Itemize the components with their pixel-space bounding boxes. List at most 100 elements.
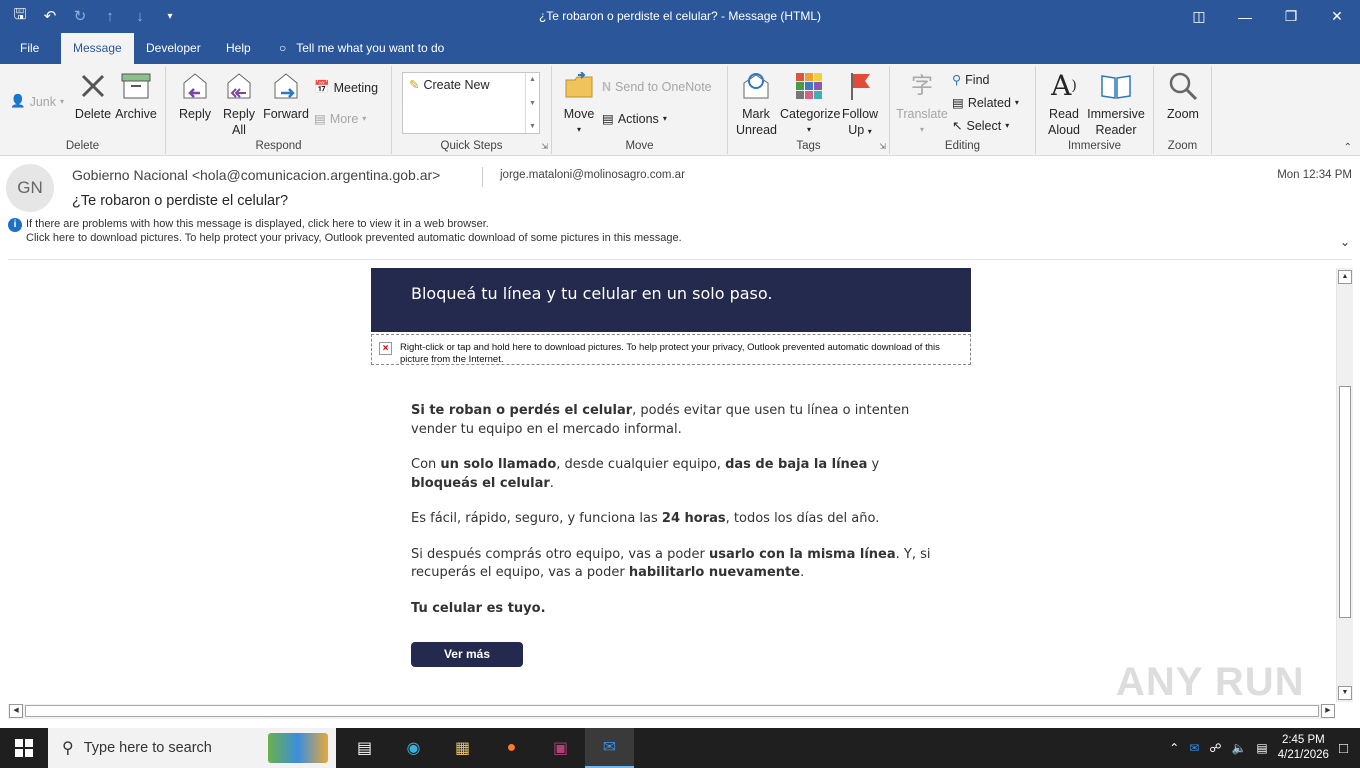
vertical-scrollbar[interactable]: ▲ ▼	[1336, 268, 1353, 702]
blocked-image-text: Right-click or tap and hold here to down…	[400, 342, 940, 365]
follow-up-button[interactable]: Follow Up ▾	[840, 70, 880, 140]
group-quick-steps: ✎ Create New ▲ ▼ ▼ Quick Steps ⇲	[392, 66, 552, 154]
meeting-icon: 📅	[314, 80, 330, 94]
scroll-left-icon[interactable]: ◀	[9, 704, 23, 718]
ime-icon[interactable]: ▤	[1256, 741, 1267, 755]
tab-developer[interactable]: Developer	[146, 33, 201, 64]
ribbon: 👤 Junk ▾ Delete Archive Delete Reply Rep…	[0, 64, 1360, 156]
chevron-down-icon[interactable]: ⌄	[1340, 235, 1350, 249]
message-body: Bloqueá tu línea y tu celular en un solo…	[0, 260, 1336, 703]
sender[interactable]: Gobierno Nacional <hola@comunicacion.arg…	[72, 167, 440, 183]
search-icon: ⚲	[62, 740, 74, 757]
info-line-download-pictures[interactable]: Click here to download pictures. To help…	[26, 231, 682, 245]
dialog-launcher-icon[interactable]: ⇲	[541, 142, 548, 151]
quick-step-create-new[interactable]: ✎ Create New	[403, 73, 539, 96]
related-button[interactable]: ▤ Related ▾	[952, 95, 1019, 111]
scroll-right-icon[interactable]: ▶	[1321, 704, 1335, 718]
translate-icon: 字	[910, 73, 933, 98]
reply-all-button[interactable]: Reply All	[218, 70, 260, 138]
avatar[interactable]: GN	[6, 164, 54, 212]
scroll-thumb[interactable]	[1339, 386, 1351, 618]
watermark-logo: ANY RUN	[1116, 660, 1305, 704]
lightbulb-icon: ○	[279, 41, 287, 55]
outlook-icon[interactable]: ✉	[585, 728, 634, 768]
chevron-up-icon[interactable]: ⌃	[1169, 741, 1179, 755]
meeting-button[interactable]: 📅 Meeting	[314, 80, 378, 95]
group-label-delete: Delete	[65, 140, 100, 152]
paragraph: Si después comprás otro equipo, vas a po…	[411, 546, 931, 581]
start-button[interactable]	[0, 728, 48, 768]
find-button[interactable]: ⚲ Find	[952, 72, 989, 88]
clock[interactable]: 2:45 PM 4/21/2026	[1278, 733, 1329, 763]
folder-move-icon	[563, 70, 595, 102]
scroll-up-icon[interactable]: ▲	[1338, 270, 1352, 284]
network-icon[interactable]: ☍	[1209, 741, 1221, 755]
close-button[interactable]: ✕	[1314, 0, 1360, 33]
info-line-web-browser[interactable]: If there are problems with how this mess…	[26, 217, 682, 231]
translate-button[interactable]: 字 Translate ▾	[896, 70, 948, 138]
recipient[interactable]: jorge.mataloni@molinosagro.com.ar	[500, 169, 685, 181]
onenote-icon: N	[602, 80, 612, 94]
group-label-editing: Editing	[944, 140, 981, 152]
archive-button[interactable]: Archive	[114, 70, 158, 122]
outlook-tray-icon[interactable]: ✉	[1189, 741, 1199, 755]
more-icon: ▤	[314, 112, 326, 126]
delete-button[interactable]: Delete	[74, 70, 112, 122]
find-icon: ⚲	[952, 73, 962, 87]
email-copy: Si te roban o perdés el celular, podés e…	[411, 402, 931, 635]
window-title: ¿Te robaron o perdiste el celular? - Mes…	[538, 9, 822, 23]
categorize-button[interactable]: Categorize ▾	[780, 70, 840, 138]
quick-steps-scroll[interactable]: ▲ ▼ ▼	[525, 73, 539, 133]
group-label-zoom: Zoom	[1167, 140, 1198, 152]
tab-file[interactable]: File	[20, 33, 39, 64]
move-button[interactable]: Move ▾	[560, 70, 598, 138]
group-editing: 字 Translate ▾ ⚲ Find ▤ Related ▾ ↖ Select ▾…	[890, 66, 1036, 154]
edge-icon[interactable]: ◉	[389, 728, 438, 768]
maximize-button[interactable]: ❐	[1268, 0, 1314, 33]
task-view-icon[interactable]: ▤	[340, 728, 389, 768]
blocked-image[interactable]: × Right-click or tap and hold here to do…	[371, 334, 971, 365]
tab-help[interactable]: Help	[226, 33, 251, 64]
collapse-ribbon-icon[interactable]: ⌃	[1344, 142, 1352, 153]
dialog-launcher-icon[interactable]: ⇲	[879, 142, 886, 151]
volume-icon[interactable]: 🔈	[1231, 741, 1246, 755]
scroll-down-icon[interactable]: ▼	[1338, 686, 1352, 700]
scroll-thumb[interactable]	[25, 705, 1319, 717]
system-tray: ⌃ ✉ ☍ 🔈 ▤ 2:45 PM 4/21/2026 □	[1169, 728, 1360, 768]
quick-steps-gallery[interactable]: ✎ Create New ▲ ▼ ▼	[402, 72, 540, 134]
group-label-respond: Respond	[255, 140, 302, 152]
group-label-move: Move	[625, 140, 654, 152]
horizontal-scrollbar[interactable]: ◀ ▶	[8, 704, 1335, 719]
mark-unread-icon	[740, 70, 772, 102]
firefox-icon[interactable]: ●	[487, 728, 536, 768]
message-date: Mon 12:34 PM	[1277, 169, 1352, 181]
ver-mas-button[interactable]: Ver más	[411, 642, 523, 667]
info-bar[interactable]: i If there are problems with how this me…	[8, 217, 682, 245]
zoom-button[interactable]: Zoom	[1162, 70, 1204, 122]
mark-unread-button[interactable]: Mark Unread	[736, 70, 777, 138]
reply-button[interactable]: Reply	[176, 70, 214, 122]
tell-me-box[interactable]: ○ Tell me what you want to do	[279, 33, 444, 64]
winrar-icon[interactable]: ▣	[536, 728, 585, 768]
create-new-icon: ✎	[409, 78, 420, 92]
forward-button[interactable]: Forward	[262, 70, 310, 122]
ribbon-display-options-icon[interactable]: ◫	[1176, 0, 1222, 33]
more-respond-button[interactable]: ▤ More ▾	[314, 111, 366, 127]
info-icon: i	[8, 218, 22, 232]
read-aloud-button[interactable]: A) Read Aloud	[1044, 70, 1084, 138]
immersive-reader-button[interactable]: Immersive Reader	[1086, 70, 1146, 138]
file-explorer-icon[interactable]: ▦	[438, 728, 487, 768]
group-move: Move ▾ N Send to OneNote ▤ Actions ▾ Move	[552, 66, 728, 154]
cursor-icon: ↖	[952, 119, 963, 133]
group-respond: Reply Reply All Forward 📅 Meeting ▤ More…	[166, 66, 392, 154]
select-button[interactable]: ↖ Select ▾	[952, 118, 1009, 134]
tab-message[interactable]: Message	[61, 33, 134, 64]
minimize-button[interactable]: —	[1222, 0, 1268, 33]
notification-icon[interactable]: □	[1339, 740, 1348, 757]
taskbar-search[interactable]: ⚲ Type here to search	[48, 728, 336, 768]
group-tags: Mark Unread Categorize ▾ Follow Up ▾ Tags…	[728, 66, 890, 154]
send-to-onenote-button[interactable]: N Send to OneNote	[602, 80, 712, 94]
junk-button[interactable]: 👤 Junk ▾	[10, 94, 64, 109]
actions-button[interactable]: ▤ Actions ▾	[602, 111, 667, 127]
related-icon: ▤	[952, 96, 964, 110]
